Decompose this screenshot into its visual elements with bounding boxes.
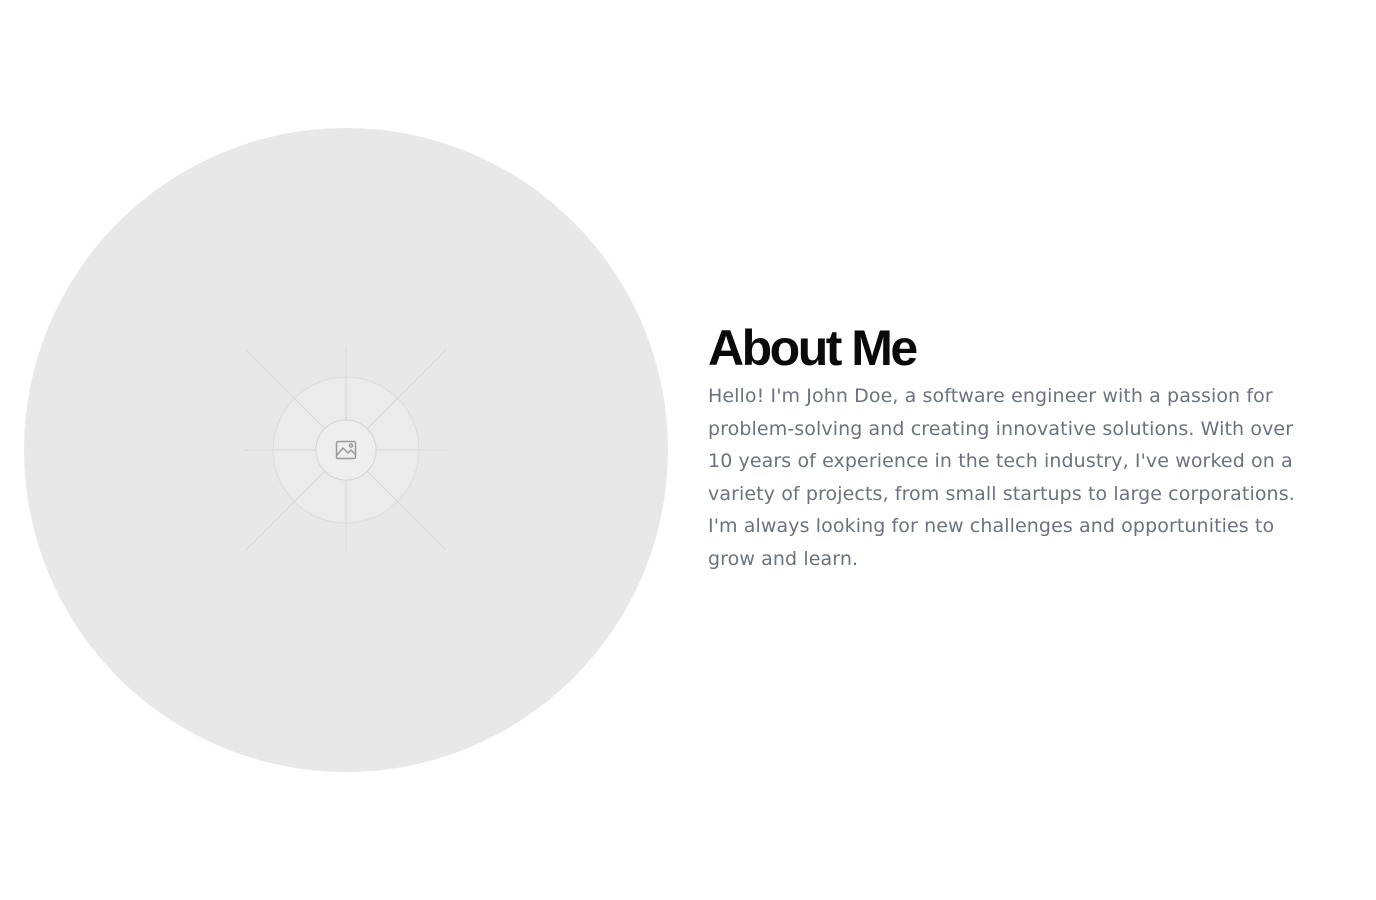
bio-paragraph: Hello! I'm John Doe, a software engineer…	[708, 385, 1295, 570]
page-title: About Me	[708, 320, 918, 376]
profile-image-placeholder	[24, 128, 668, 772]
about-text: About Me Hello! I'm John Doe, a software…	[708, 318, 1318, 575]
image-placeholder-graphic	[244, 348, 448, 552]
about-section: About Me Hello! I'm John Doe, a software…	[0, 0, 1376, 900]
